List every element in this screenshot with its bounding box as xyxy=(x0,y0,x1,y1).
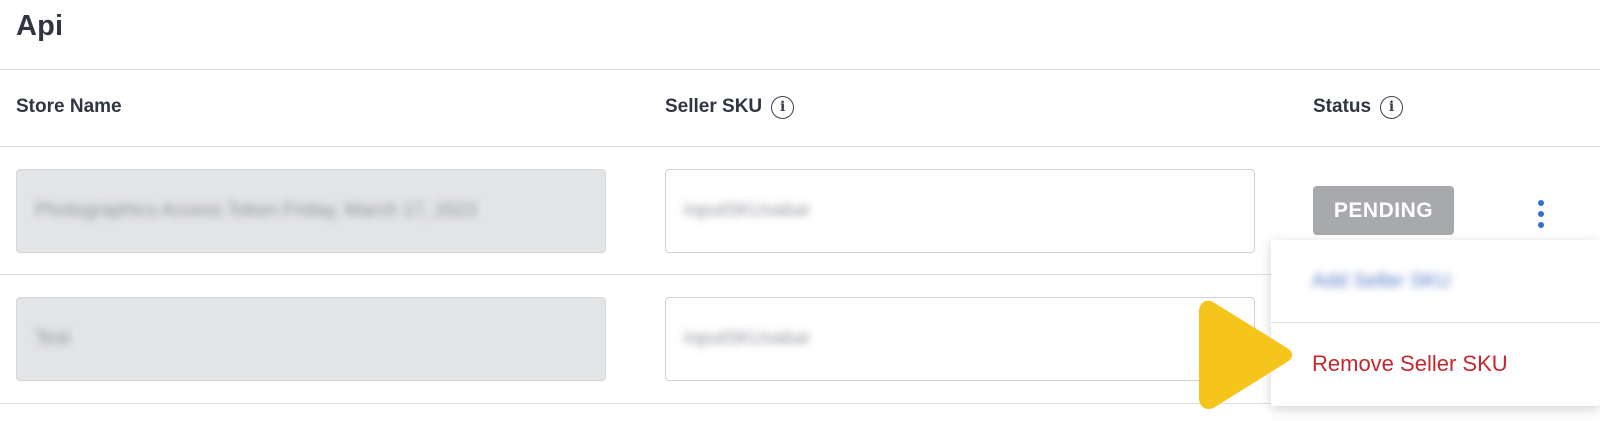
info-icon[interactable]: i xyxy=(1380,95,1404,119)
menu-item-add-seller-sku[interactable]: Add Seller SKU xyxy=(1271,240,1600,322)
row-action-menu: Add Seller SKU Remove Seller SKU xyxy=(1271,240,1600,406)
menu-item-remove-seller-sku[interactable]: Remove Seller SKU xyxy=(1271,323,1600,405)
column-header-status: Status i xyxy=(1313,94,1404,120)
status-badge: PENDING xyxy=(1313,186,1454,235)
seller-sku-value: inputSKUvalue xyxy=(684,328,810,349)
seller-sku-value: inputSKUvalue xyxy=(684,200,810,221)
seller-sku-input[interactable]: inputSKUvalue xyxy=(665,297,1255,381)
info-icon[interactable]: i xyxy=(771,95,795,119)
pointer-arrow-icon xyxy=(1199,300,1293,409)
header-bottom-divider xyxy=(0,146,1600,147)
column-header-store-name: Store Name xyxy=(16,94,122,120)
store-name-field: Test xyxy=(16,297,606,381)
column-header-seller-sku: Seller SKU i xyxy=(665,94,795,120)
column-header-label: Seller SKU xyxy=(665,96,763,117)
store-name-value: Photographics Access Token Friday, March… xyxy=(35,200,477,221)
kebab-menu-icon[interactable] xyxy=(1528,192,1554,236)
header-top-divider xyxy=(0,69,1600,70)
seller-sku-input[interactable]: inputSKUvalue xyxy=(665,169,1255,253)
store-name-value: Test xyxy=(35,328,70,349)
menu-item-label: Add Seller SKU xyxy=(1312,269,1451,292)
section-title: Api xyxy=(16,10,64,42)
column-header-label: Store Name xyxy=(16,96,122,117)
api-panel: Api Store Name Seller SKU i Status i Pho… xyxy=(0,0,1600,421)
menu-item-label: Remove Seller SKU xyxy=(1312,351,1508,376)
column-header-label: Status xyxy=(1313,96,1372,117)
store-name-field: Photographics Access Token Friday, March… xyxy=(16,169,606,253)
